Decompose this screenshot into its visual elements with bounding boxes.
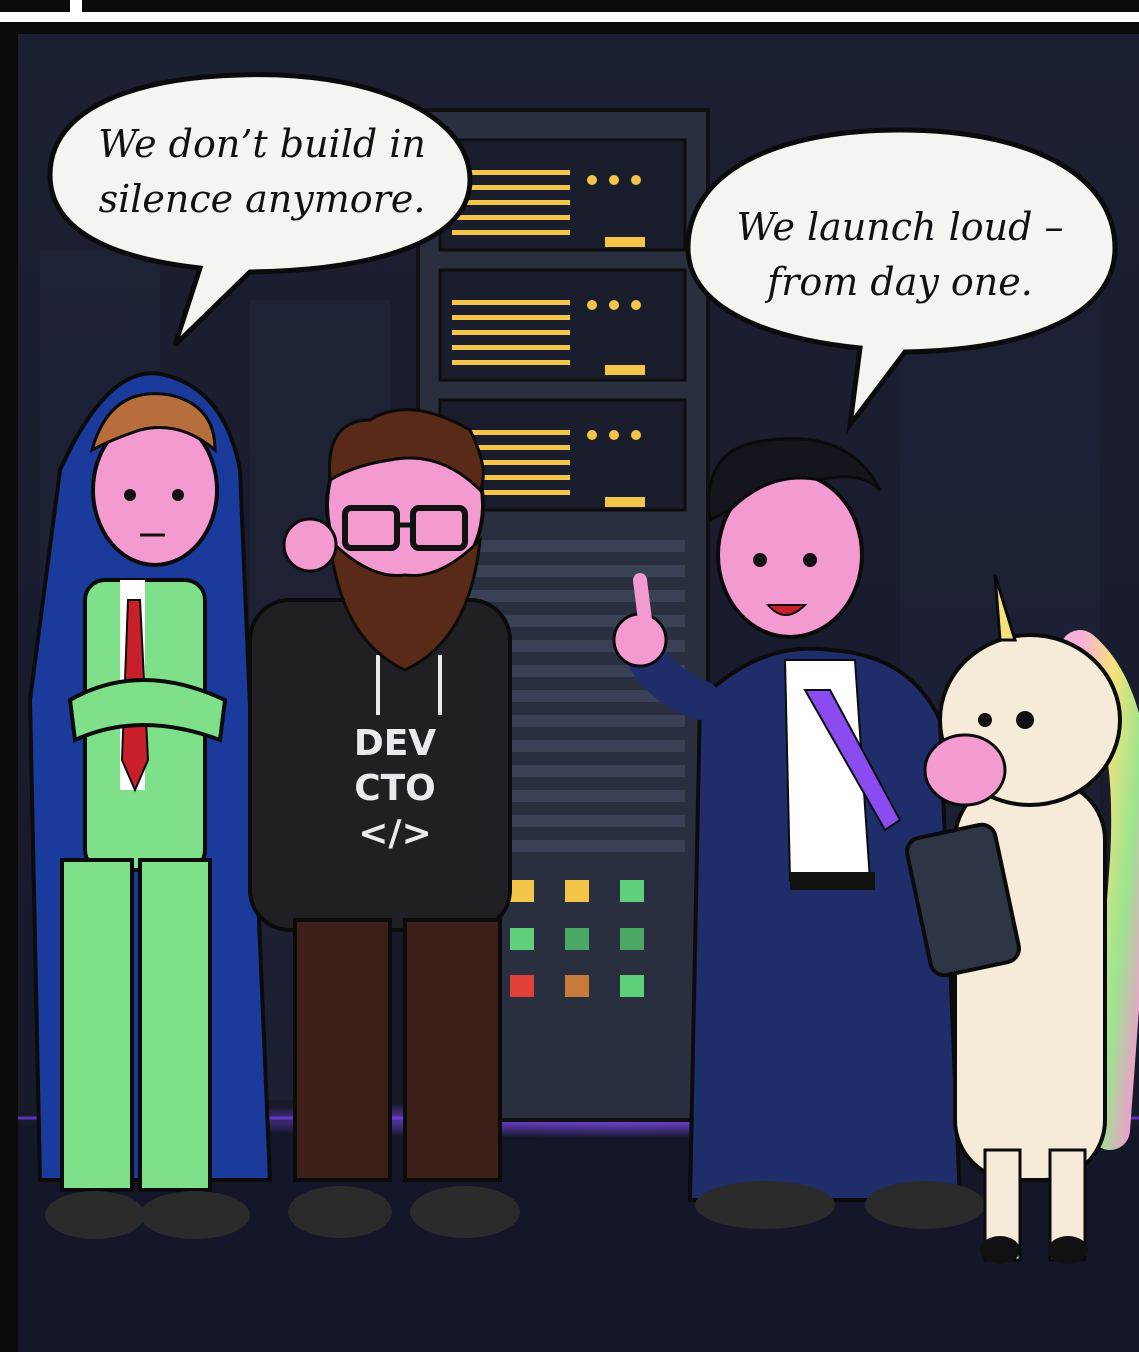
previous-panel-edge-right — [82, 0, 1139, 12]
left-leg — [60, 858, 134, 1192]
green-suit-man — [27, 371, 273, 1239]
left-shoe — [45, 1191, 145, 1239]
left-shoe — [288, 1186, 392, 1238]
right-leg — [138, 858, 212, 1192]
bubble-right-line2: from day one. — [764, 260, 1033, 304]
comic-illustration: DEV CTO </> We don’t build in silence an… — [0, 0, 1139, 1352]
right-shoe — [410, 1186, 520, 1238]
previous-panel-edge-left — [0, 0, 70, 12]
hoodie-line-code: </> — [358, 813, 431, 854]
comic-panel: DEV CTO </> We don’t build in silence an… — [0, 0, 1139, 1352]
right-pant — [403, 918, 502, 1182]
unicorn-snout — [923, 733, 1007, 807]
bubble-right-line1: We launch loud – — [736, 205, 1063, 249]
bubble-left-line2: silence anymore. — [99, 177, 426, 221]
hoodie-line-dev: DEV — [354, 723, 436, 764]
hand-on-glasses — [282, 517, 338, 573]
right-shoe — [140, 1191, 250, 1239]
right-shoe — [865, 1181, 985, 1229]
belt — [790, 872, 875, 890]
left-pant — [293, 918, 392, 1182]
hoodie-line-cto: CTO — [354, 768, 436, 809]
rack-status-lights — [510, 880, 644, 997]
bubble-left-line1: We don’t build in — [98, 122, 426, 166]
pointing-finger — [633, 573, 652, 627]
left-shoe — [695, 1181, 835, 1229]
